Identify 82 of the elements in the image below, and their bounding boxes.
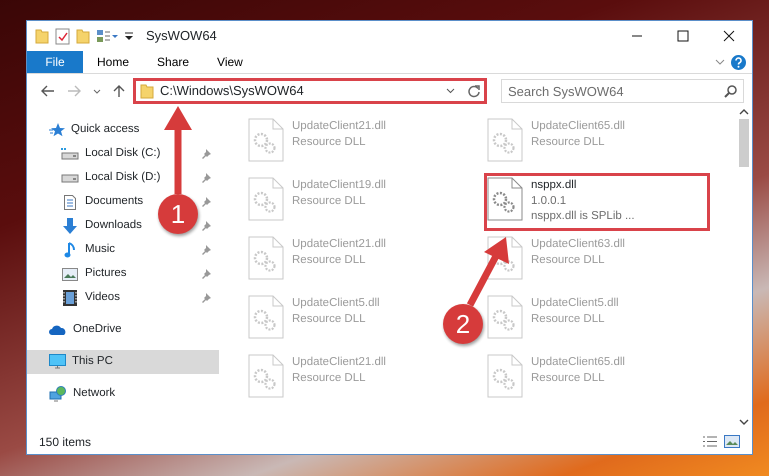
file-name: UpdateClient5.dll (292, 296, 380, 311)
dll-file-icon (248, 118, 284, 162)
pin-icon[interactable] (201, 269, 211, 279)
download-arrow-icon (61, 218, 79, 234)
file-name: UpdateClient63.dll (531, 237, 625, 252)
drive-icon (61, 174, 79, 182)
dll-file-icon (487, 118, 523, 162)
pin-icon[interactable] (201, 293, 211, 303)
file-name: UpdateClient21.dll (292, 119, 386, 134)
large-icons-view-icon[interactable] (724, 435, 740, 448)
nav-item[interactable]: Local Disk (D:) (27, 166, 219, 190)
nav-item[interactable]: Pictures (27, 262, 219, 286)
chevron-down-icon[interactable] (446, 88, 455, 94)
nav-item[interactable]: Music (27, 238, 219, 262)
file-detail: Resource DLL (292, 371, 367, 386)
maximize-icon (677, 30, 689, 42)
nav-item[interactable]: Quick access (27, 118, 219, 142)
file-detail: Resource DLL (531, 253, 606, 268)
cloud-icon (49, 324, 67, 336)
file-detail: Resource DLL (531, 371, 606, 386)
file-menu-button[interactable]: File (27, 51, 83, 73)
pin-icon[interactable] (201, 245, 211, 255)
close-icon (723, 30, 735, 42)
pin-icon[interactable] (201, 149, 211, 159)
scrollbar-thumb[interactable] (739, 119, 749, 167)
dll-file-icon (487, 177, 523, 221)
file-detail: Resource DLL (292, 135, 367, 150)
nav-item[interactable]: This PC (27, 350, 219, 374)
nav-item[interactable]: Videos (27, 286, 219, 310)
pin-icon[interactable] (201, 197, 211, 207)
file-name: nsppx.dll (531, 178, 578, 193)
chevron-down-icon[interactable] (715, 59, 725, 65)
scroll-down-icon[interactable] (739, 419, 749, 426)
pin-icon[interactable] (201, 221, 211, 231)
file-detail: Resource DLL (531, 312, 606, 328)
pin-icon[interactable] (201, 173, 211, 183)
details-view-icon[interactable] (702, 435, 718, 448)
ribbon-tab[interactable]: View (203, 51, 257, 73)
drive-icon (61, 148, 79, 160)
file-detail: Resource DLL (292, 194, 367, 210)
file-detail: Resource DLL (531, 135, 606, 150)
film-icon (61, 290, 79, 306)
scroll-up-icon[interactable] (739, 108, 749, 115)
folder-icon (140, 84, 154, 98)
item-count: 150 items (39, 434, 92, 450)
help-icon[interactable] (731, 54, 746, 70)
dll-file-icon (487, 354, 523, 398)
file-item[interactable]: nsppx.dll 1.0.0.1 nsppx.dll is SPLib ... (484, 173, 710, 231)
properties-icon[interactable] (55, 28, 70, 44)
document-icon (61, 194, 79, 210)
file-detail: nsppx.dll is SPLib ... (531, 209, 635, 224)
file-detail: Resource DLL (292, 312, 367, 328)
nav-item[interactable]: Local Disk (C:) (27, 142, 219, 166)
view-options-icon[interactable] (96, 29, 118, 43)
file-name: UpdateClient65.dll (531, 355, 625, 370)
star-icon (49, 123, 65, 137)
dll-file-icon (248, 236, 284, 280)
file-detail: Resource DLL (292, 253, 367, 268)
customize-toolbar-icon[interactable] (124, 31, 134, 41)
picture-icon (61, 268, 79, 280)
dll-file-icon (248, 354, 284, 398)
file-detail: 1.0.0.1 (531, 194, 568, 210)
dll-file-icon (248, 295, 284, 339)
monitor-icon (49, 354, 66, 370)
refresh-icon[interactable] (467, 84, 481, 98)
file-name: UpdateClient21.dll (292, 355, 386, 370)
file-name: UpdateClient19.dll (292, 178, 386, 193)
ribbon-tab[interactable]: Share (143, 51, 204, 73)
nav-item[interactable]: OneDrive (27, 318, 219, 342)
file-name: UpdateClient21.dll (292, 237, 386, 252)
file-name: UpdateClient5.dll (531, 296, 619, 311)
address-bar[interactable]: C:\Windows\SysWOW64 (133, 78, 487, 104)
address-path: C:\Windows\SysWOW64 (160, 82, 304, 100)
network-icon (49, 386, 67, 402)
arrow (466, 237, 509, 307)
search-field[interactable]: Search SysWOW64 (501, 79, 744, 103)
dll-file-icon (487, 295, 523, 339)
dll-file-icon (248, 177, 284, 221)
nav-item[interactable]: Network (27, 382, 219, 406)
file-name: UpdateClient65.dll (531, 119, 625, 134)
ribbon-tab[interactable]: Home (83, 51, 144, 73)
window-title: SysWOW64 (146, 27, 217, 46)
